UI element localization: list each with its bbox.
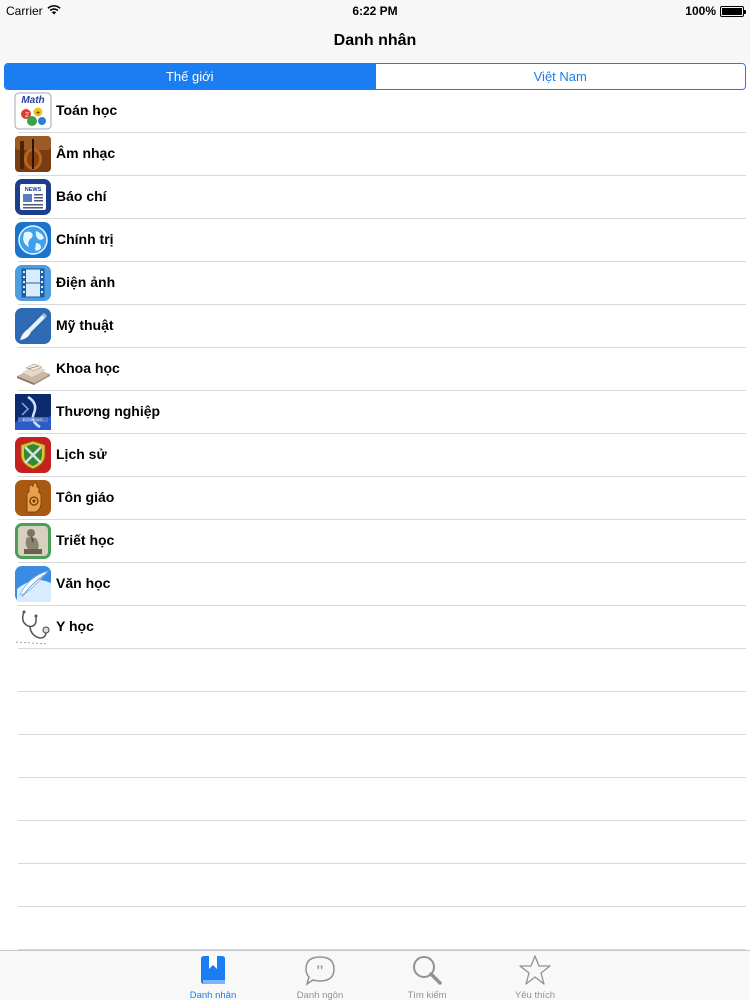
- empty-row: [0, 649, 750, 692]
- film-icon: [14, 264, 52, 302]
- category-label: Chính trị: [56, 231, 114, 247]
- category-label: Âm nhạc: [56, 145, 116, 161]
- empty-row: [0, 907, 750, 950]
- thinker-icon: [14, 522, 52, 560]
- stethoscope-icon: [14, 608, 52, 646]
- empty-row: [0, 821, 750, 864]
- status-time: 6:22 PM: [352, 4, 398, 18]
- svg-text:ECONOMY: ECONOMY: [23, 417, 44, 422]
- tab-label: Yêu thích: [514, 990, 556, 1000]
- svg-text:2: 2: [25, 112, 29, 119]
- category-label: Toán học: [56, 102, 118, 118]
- category-label: Thương nghiệp: [56, 403, 161, 419]
- bookmark-book-icon: [173, 954, 253, 986]
- category-list: Math 2 + Toán học Âm nhạc NEWS Báo chí C…: [0, 90, 750, 950]
- tab-label: Danh nhân: [189, 990, 237, 1000]
- list-item-triet-hoc[interactable]: Triết học: [0, 520, 750, 563]
- list-item-dien-anh[interactable]: Điện ảnh: [0, 262, 750, 305]
- category-label: Lịch sử: [56, 446, 107, 462]
- tab-danh-nhan[interactable]: Danh nhân: [173, 954, 253, 1000]
- category-label: Báo chí: [56, 188, 107, 204]
- battery-percent: 100%: [685, 4, 716, 18]
- tab-label: Tìm kiếm: [407, 990, 447, 1000]
- list-item-ton-giao[interactable]: Tôn giáo: [0, 477, 750, 520]
- list-item-chinh-tri[interactable]: Chính trị: [0, 219, 750, 262]
- hand-icon: [14, 479, 52, 517]
- tab-label: Danh ngôn: [296, 990, 344, 1000]
- segment-viet-nam[interactable]: Việt Nam: [374, 64, 745, 89]
- svg-text:Math: Math: [21, 95, 44, 106]
- newspaper-icon: NEWS: [14, 178, 52, 216]
- svg-text:": ": [316, 963, 325, 980]
- category-label: Điện ảnh: [56, 274, 116, 290]
- category-label: Văn học: [56, 575, 111, 591]
- list-item-lich-su[interactable]: Lịch sử: [0, 434, 750, 477]
- star-icon: [495, 954, 575, 986]
- math-icon: Math 2 +: [14, 92, 52, 130]
- quill-icon: [14, 565, 52, 603]
- shield-swords-icon: [14, 436, 52, 474]
- list-item-khoa-hoc[interactable]: Khoa học: [0, 348, 750, 391]
- status-right: 100%: [685, 4, 746, 18]
- svg-text:NEWS: NEWS: [25, 187, 42, 193]
- list-item-my-thuat[interactable]: Mỹ thuật: [0, 305, 750, 348]
- empty-row: [0, 864, 750, 907]
- empty-row: [0, 692, 750, 735]
- tab-tim-kiem[interactable]: Tìm kiếm: [387, 954, 467, 1000]
- category-label: Y học: [56, 618, 94, 634]
- category-label: Tôn giáo: [56, 489, 115, 505]
- svg-text:+: +: [36, 110, 40, 117]
- science-books-icon: [14, 350, 52, 388]
- tab-bar: Danh nhân " Danh ngôn Tìm kiếm Yêu thích: [0, 950, 750, 1000]
- commerce-icon: ECONOMY: [14, 393, 52, 431]
- search-icon: [387, 954, 467, 986]
- list-item-am-nhac[interactable]: Âm nhạc: [0, 133, 750, 176]
- category-label: Triết học: [56, 532, 115, 548]
- tab-danh-ngon[interactable]: " Danh ngôn: [280, 954, 360, 1000]
- list-item-y-hoc[interactable]: Y học: [0, 606, 750, 649]
- list-item-toan-hoc[interactable]: Math 2 + Toán học: [0, 90, 750, 133]
- globe-icon: [14, 221, 52, 259]
- status-bar: Carrier 6:22 PM 100%: [0, 0, 750, 20]
- violin-icon: [14, 135, 52, 173]
- battery-fill: [722, 7, 742, 15]
- paintbrush-icon: [14, 307, 52, 345]
- list-item-thuong-nghiep[interactable]: ECONOMY Thương nghiệp: [0, 391, 750, 434]
- navigation-bar: Danh nhân: [0, 20, 750, 64]
- page-title: Danh nhân: [333, 32, 417, 49]
- list-item-van-hoc[interactable]: Văn học: [0, 563, 750, 606]
- list-item-bao-chi[interactable]: NEWS Báo chí: [0, 176, 750, 219]
- tab-yeu-thich[interactable]: Yêu thích: [495, 954, 575, 1000]
- empty-row: [0, 735, 750, 778]
- category-label: Khoa học: [56, 360, 120, 376]
- segment-the-gioi[interactable]: Thế giới: [5, 64, 375, 89]
- category-label: Mỹ thuật: [56, 317, 114, 333]
- battery-icon: [720, 5, 746, 17]
- segmented-control: Thế giới Việt Nam: [4, 63, 746, 90]
- quote-bubble-icon: ": [280, 954, 360, 986]
- empty-row: [0, 778, 750, 821]
